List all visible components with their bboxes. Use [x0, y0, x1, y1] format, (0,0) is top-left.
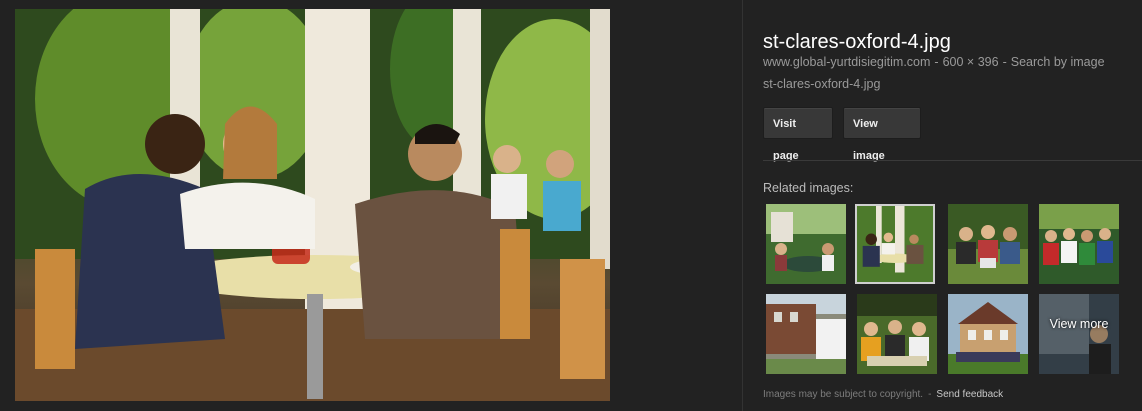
- preview-photo-graphic: [15, 9, 610, 401]
- search-by-image-link[interactable]: Search by image: [1011, 55, 1105, 69]
- thumbnail-graphic: [766, 204, 846, 284]
- view-more-label: View more: [1049, 317, 1109, 331]
- image-filename: st-clares-oxford-4.jpg: [763, 77, 881, 91]
- thumbnail-graphic: [766, 294, 846, 374]
- view-more-thumbnail[interactable]: View more: [1039, 294, 1119, 374]
- copyright-notice: Images may be subject to copyright.: [763, 389, 924, 400]
- thumbnail-graphic: [1039, 204, 1119, 284]
- related-thumbnail-selected[interactable]: [855, 204, 935, 284]
- send-feedback-link[interactable]: Send feedback: [936, 389, 1003, 400]
- view-image-button[interactable]: View image: [843, 107, 921, 162]
- footer-separator: -: [928, 389, 932, 400]
- visit-page-button[interactable]: Visit page: [763, 107, 833, 162]
- related-images-label: Related images:: [763, 181, 854, 195]
- image-dimensions: 600 × 396: [942, 55, 999, 69]
- related-thumbnail[interactable]: [1039, 204, 1119, 284]
- image-title[interactable]: st-clares-oxford-4.jpg: [763, 31, 951, 54]
- meta-separator: -: [1002, 55, 1007, 69]
- panel-divider: [742, 0, 743, 411]
- image-meta-line: www.global-yurtdisiegitim.com -600 × 396-…: [763, 55, 1105, 69]
- related-thumbnail[interactable]: [766, 294, 846, 374]
- footer-notice: Images may be subject to copyright. - Send…: [763, 389, 1003, 400]
- thumbnail-graphic: [1039, 294, 1119, 374]
- thumbnail-graphic: [857, 294, 937, 374]
- image-details-panel: st-clares-oxford-4.jpg www.global-yurtdi…: [763, 0, 1142, 411]
- section-divider: [763, 160, 1142, 161]
- source-domain-link[interactable]: www.global-yurtdisiegitim.com: [763, 55, 930, 69]
- related-thumbnail[interactable]: [948, 204, 1028, 284]
- related-thumbnail[interactable]: [948, 294, 1028, 374]
- related-thumbnail[interactable]: [857, 294, 937, 374]
- meta-separator: -: [934, 55, 939, 69]
- thumbnail-graphic: [857, 206, 933, 282]
- thumbnail-graphic: [948, 294, 1028, 374]
- main-preview-image[interactable]: [15, 9, 610, 401]
- thumbnail-graphic: [948, 204, 1028, 284]
- related-thumbnail[interactable]: [766, 204, 846, 284]
